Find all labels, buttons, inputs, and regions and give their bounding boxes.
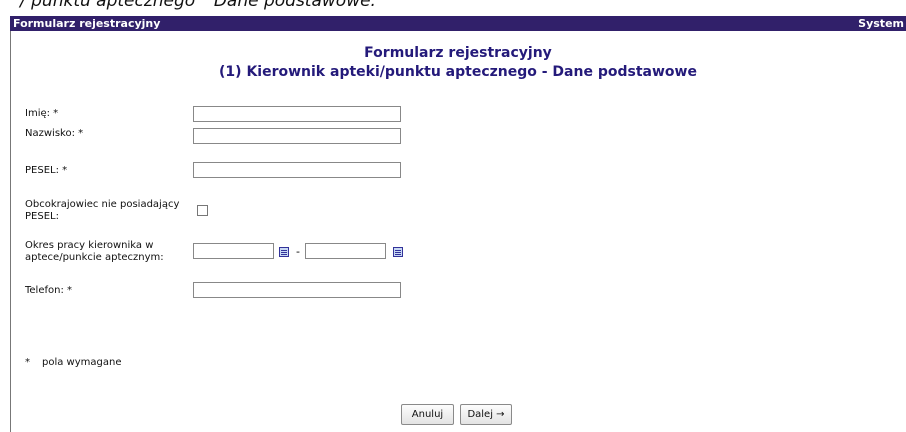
- pesel-input[interactable]: [193, 162, 401, 178]
- window-title: Formularz rejestracyjny: [13, 17, 161, 30]
- imie-input[interactable]: [193, 106, 401, 122]
- form-title: Formularz rejestracyjny: [364, 45, 552, 61]
- telefon-label: Telefon: *: [25, 285, 73, 296]
- window-title-bar: Formularz rejestracyjny System: [10, 16, 906, 31]
- nazwisko-input[interactable]: [193, 128, 401, 144]
- foreigner-checkbox[interactable]: [197, 205, 208, 216]
- calendar-icon[interactable]: [279, 247, 289, 257]
- foreigner-label-line2: PESEL:: [25, 211, 59, 222]
- work-period-label: Okres pracy kierownika w aptece/punkcie …: [25, 240, 164, 264]
- pesel-label: PESEL: *: [25, 165, 68, 176]
- date-from-input[interactable]: [193, 243, 274, 259]
- date-to-input[interactable]: [305, 243, 386, 259]
- form-subtitle: (1) Kierownik apteki/punktu aptecznego -…: [219, 64, 697, 80]
- required-star: *: [25, 357, 30, 368]
- required-note: pola wymagane: [42, 357, 122, 368]
- system-label: System: [858, 17, 904, 30]
- foreigner-label: Obcokrajowiec nie posiadający PESEL:: [25, 199, 179, 223]
- work-period-label-line2: aptece/punkcie aptecznym:: [25, 252, 164, 263]
- next-button[interactable]: Dalej →: [460, 404, 512, 425]
- page-caption: / punktu aptecznego " Dane podstawowe.: [20, 0, 376, 11]
- cancel-button[interactable]: Anuluj: [401, 404, 454, 425]
- calendar-icon[interactable]: [393, 247, 403, 257]
- form-frame: [10, 31, 906, 432]
- foreigner-label-line1: Obcokrajowiec nie posiadający: [25, 199, 180, 210]
- work-period-label-line1: Okres pracy kierownika w: [25, 240, 154, 251]
- date-separator: -: [296, 245, 300, 258]
- nazwisko-label: Nazwisko: *: [25, 128, 84, 139]
- imie-label: Imię: *: [25, 108, 59, 119]
- form-heading: Formularz rejestracyjny (1) Kierownik ap…: [10, 44, 906, 82]
- telefon-input[interactable]: [193, 282, 401, 298]
